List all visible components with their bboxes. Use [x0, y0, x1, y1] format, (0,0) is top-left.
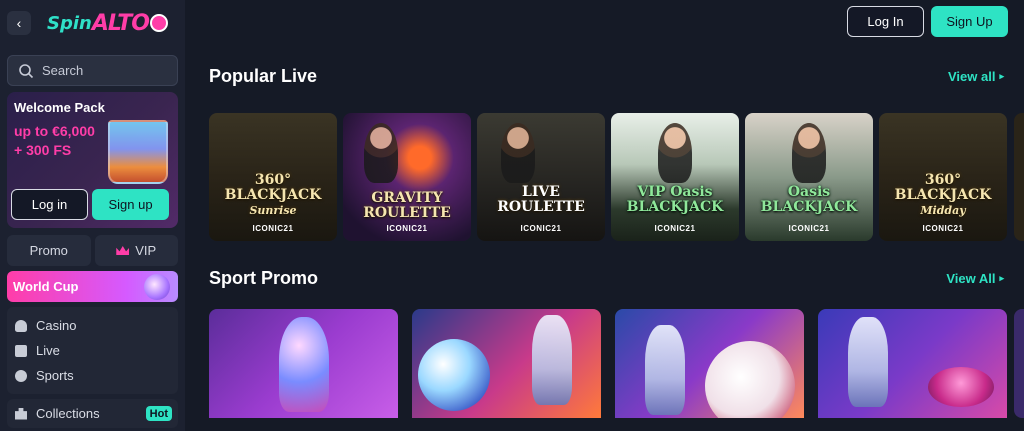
sidebar: ‹ Spin ALTO Welcome Pack up to €6,000 + …	[0, 0, 185, 431]
game-card[interactable]: 360° BLACKJACK Midday ICONIC21	[879, 113, 1007, 241]
provider-logo: ICONIC21	[252, 224, 294, 233]
baseball-player-image	[645, 325, 685, 415]
sidebar-item-collections[interactable]: Collections Hot	[7, 399, 178, 428]
game-title: GRAVITY ROULETTE	[347, 191, 467, 221]
logo-spin: Spin	[47, 12, 92, 34]
provider-logo: ICONIC21	[654, 224, 696, 233]
game-title: LIVE ROULETTE	[481, 185, 601, 215]
logo-ball-icon	[149, 14, 168, 32]
hockey-puck-image	[928, 367, 994, 407]
collections-label: Collections	[36, 406, 100, 421]
logo-alto: ALTO	[91, 10, 150, 36]
view-all-label: View all	[948, 69, 996, 84]
game-card[interactable]: VIP Oasis BLACKJACK ICONIC21	[611, 113, 739, 241]
sidebar-item-label: Casino	[36, 318, 77, 333]
casino-icon	[15, 319, 27, 332]
vip-button[interactable]: VIP	[94, 235, 178, 266]
world-cup-banner[interactable]: World Cup	[7, 271, 178, 302]
sidebar-signup-button[interactable]: Sign up	[92, 189, 169, 220]
chevron-right-icon: ▸	[999, 273, 1004, 283]
promo-card-partial[interactable]	[1014, 309, 1024, 418]
game-name: GRAVITY ROULETTE	[363, 190, 451, 221]
sport-promo-view-all-link[interactable]: View All ▸	[946, 271, 1004, 286]
provider-logo: ICONIC21	[520, 224, 562, 233]
logo[interactable]: Spin ALTO	[47, 11, 168, 36]
game-title: 360° BLACKJACK Sunrise	[213, 173, 333, 218]
popular-live-carousel: 360° BLACKJACK Sunrise ICONIC21 GRAVITY …	[209, 113, 1007, 241]
game-name: 360° BLACKJACK	[894, 172, 992, 203]
game-title: 360° BLACKJACK Midday	[883, 173, 1003, 218]
sidebar-item-live[interactable]: Live	[7, 338, 178, 363]
sidebar-login-button[interactable]: Log in	[11, 189, 88, 220]
sport-promo-title: Sport Promo	[209, 268, 319, 288]
collapse-sidebar-button[interactable]: ‹	[7, 11, 31, 35]
chevron-right-icon: ▸	[999, 71, 1004, 81]
hot-badge: Hot	[145, 406, 172, 421]
promo-button[interactable]: Promo	[7, 235, 91, 266]
game-card[interactable]: 360° BLACKJACK Sunrise ICONIC21	[209, 113, 337, 241]
baseball-image	[705, 341, 795, 418]
promo-card-world-cup-trophy[interactable]	[209, 309, 398, 418]
dealer-image	[364, 123, 399, 183]
vip-label: VIP	[135, 243, 157, 258]
popular-live-title: Popular Live	[209, 66, 318, 86]
provider-logo: ICONIC21	[922, 224, 964, 233]
game-name: Oasis BLACKJACK	[760, 184, 858, 215]
login-button[interactable]: Log In	[847, 6, 924, 37]
game-name: VIP Oasis BLACKJACK	[626, 184, 724, 215]
soccer-player-image	[532, 315, 572, 405]
dealer-image	[500, 123, 535, 183]
sidebar-item-sports[interactable]: Sports	[7, 363, 178, 388]
sport-promo-carousel	[209, 309, 1007, 418]
promo-label: Promo	[29, 243, 68, 258]
game-name: 360° BLACKJACK	[224, 172, 322, 203]
dealer-image	[658, 123, 692, 183]
crown-icon	[116, 246, 130, 255]
view-all-label: View All	[946, 271, 996, 286]
sidebar-item-label: Live	[36, 343, 60, 358]
game-name: LIVE ROULETTE	[497, 184, 585, 215]
chevron-left-icon: ‹	[16, 15, 22, 31]
sidebar-item-label: Sports	[36, 368, 74, 383]
sidebar-menu: Casino Live Sports	[7, 307, 178, 394]
welcome-title: Welcome Pack	[14, 100, 105, 115]
search-box[interactable]	[7, 55, 178, 86]
promo-card-soccer[interactable]	[412, 309, 601, 418]
provider-logo: ICONIC21	[386, 224, 428, 233]
header-actions: Log In Sign Up	[847, 6, 1008, 37]
dice-icon	[15, 344, 27, 357]
sidebar-item-casino[interactable]: Casino	[7, 313, 178, 338]
game-title: Oasis BLACKJACK	[749, 185, 869, 215]
game-card[interactable]: LIVE ROULETTE ICONIC21	[477, 113, 605, 241]
game-card[interactable]: GRAVITY ROULETTE ICONIC21	[343, 113, 471, 241]
promo-card-hockey[interactable]	[818, 309, 1007, 418]
sidebar-header: ‹ Spin ALTO	[7, 0, 178, 46]
hockey-player-image	[848, 317, 888, 407]
game-card-partial[interactable]	[1014, 113, 1024, 241]
trophy-icon	[144, 274, 170, 300]
sports-icon	[15, 369, 27, 382]
popular-live-view-all-link[interactable]: View all ▸	[948, 69, 1004, 84]
cocktail-glass-image	[108, 120, 168, 184]
world-cup-label: World Cup	[13, 279, 79, 294]
game-title: VIP Oasis BLACKJACK	[615, 185, 735, 215]
game-card[interactable]: Oasis BLACKJACK ICONIC21	[745, 113, 873, 241]
signup-button[interactable]: Sign Up	[931, 6, 1008, 37]
search-icon	[19, 63, 34, 78]
puzzle-icon	[15, 407, 27, 420]
game-subtitle: Sunrise	[249, 204, 297, 217]
trophy-image	[279, 317, 329, 412]
provider-logo: ICONIC21	[788, 224, 830, 233]
dealer-image	[792, 123, 826, 183]
promo-card-baseball[interactable]	[615, 309, 804, 418]
soccer-ball-image	[418, 339, 490, 411]
promo-vip-row: Promo VIP	[7, 235, 178, 266]
search-input[interactable]	[42, 63, 162, 78]
welcome-pack-banner[interactable]: Welcome Pack up to €6,000 + 300 FS Log i…	[7, 92, 178, 228]
game-subtitle: Midday	[920, 204, 966, 217]
welcome-actions: Log in Sign up	[11, 189, 169, 220]
